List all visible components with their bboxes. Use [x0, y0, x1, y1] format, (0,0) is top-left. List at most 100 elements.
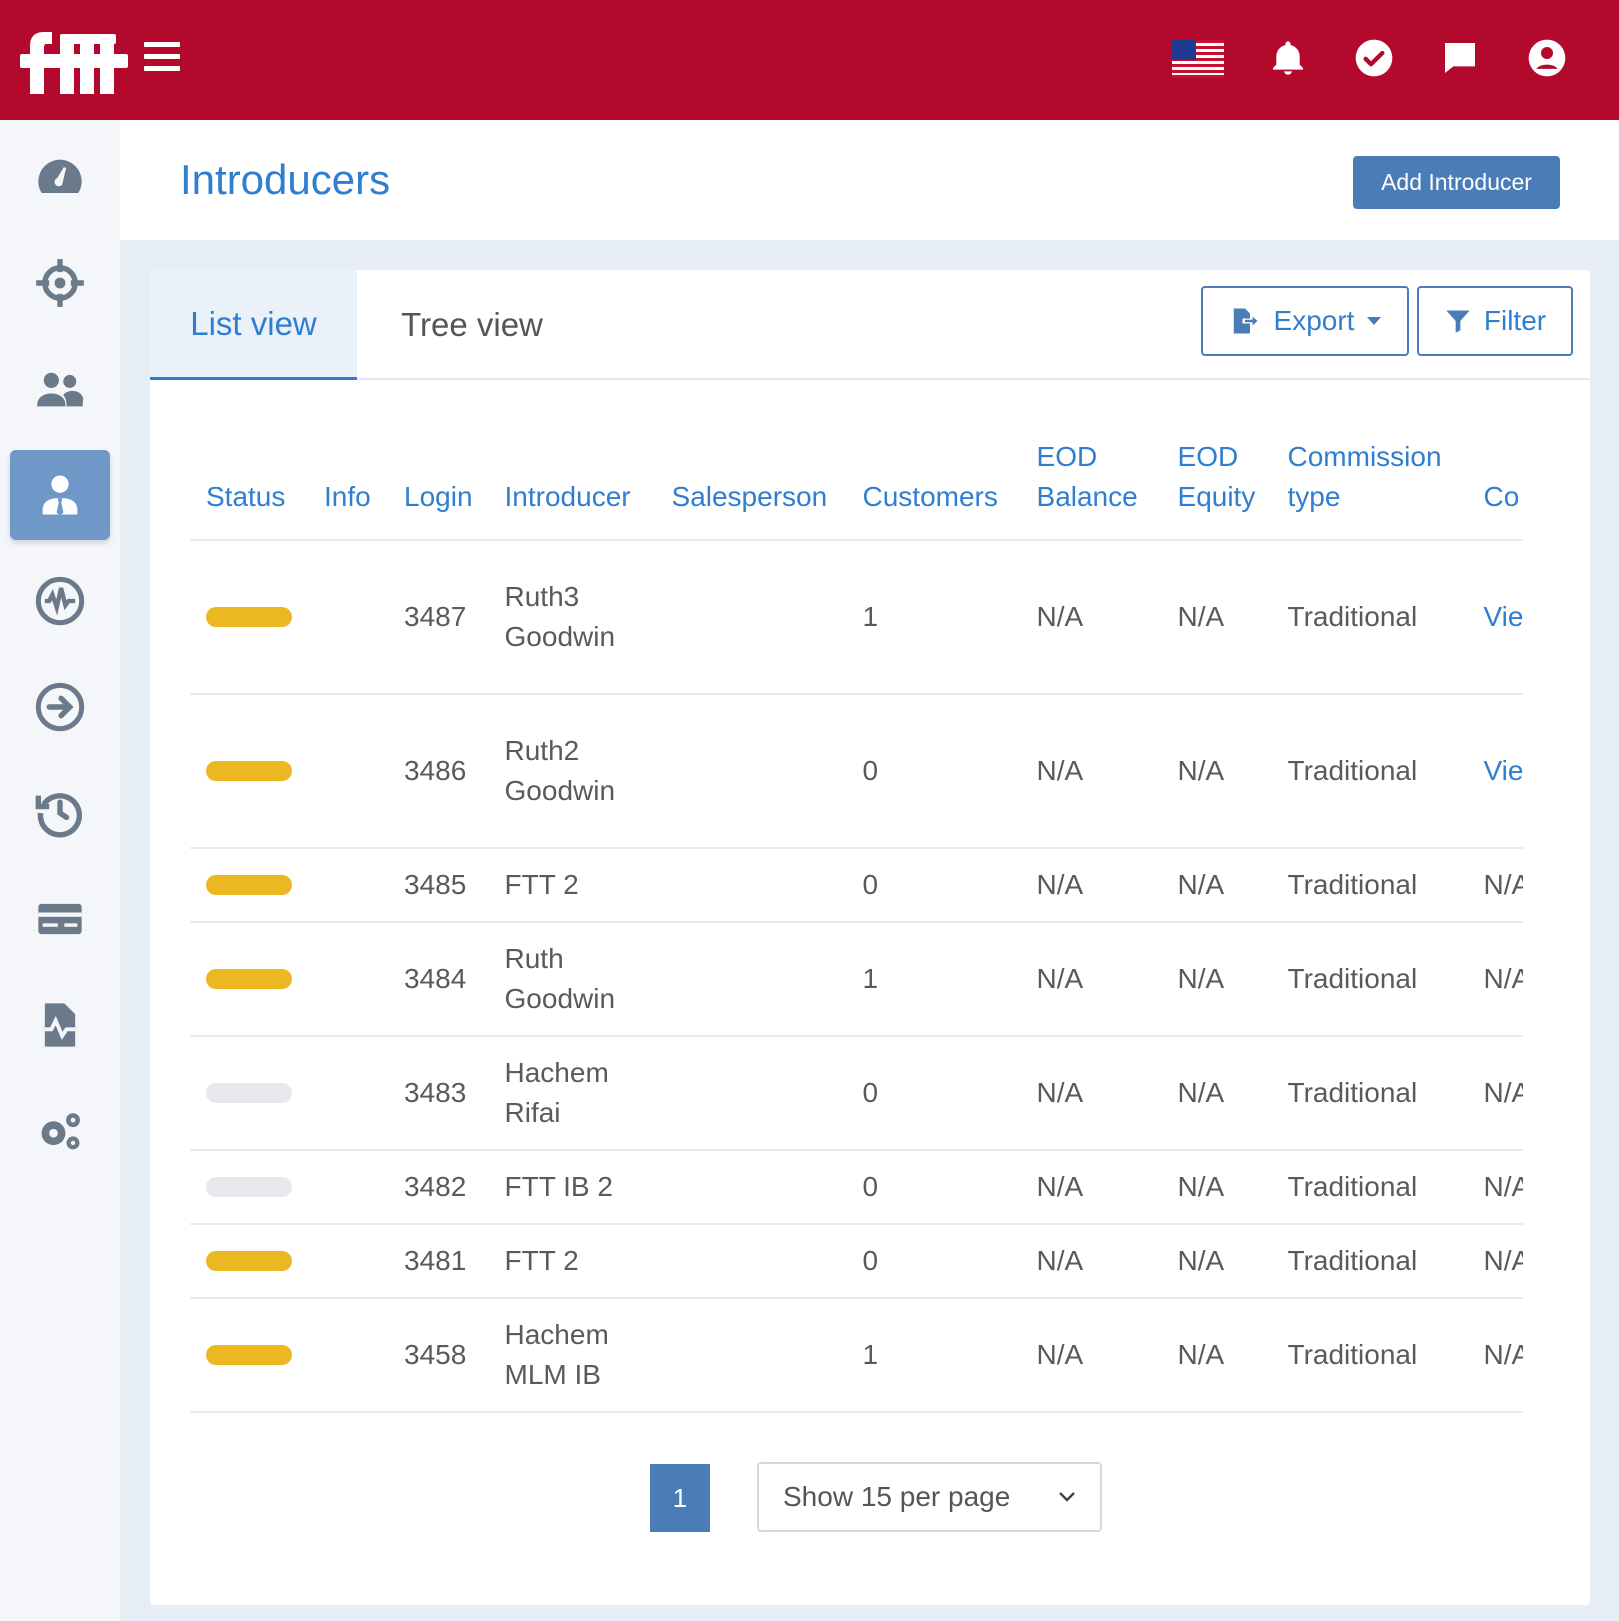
sidebar-item-history[interactable]: [10, 768, 110, 858]
sidebar-item-payments[interactable]: [10, 874, 110, 964]
menu-icon[interactable]: [144, 42, 180, 71]
table-row[interactable]: 3484RuthGoodwin1N/AN/ATraditionalN/A: [190, 922, 1523, 1037]
logo[interactable]: [18, 28, 130, 94]
col-info[interactable]: Info: [308, 420, 388, 541]
table-body: 3487 Ruth3 Goodwin 1 N/A N/A Traditional Vie 348…: [190, 540, 1523, 1413]
us-flag-icon[interactable]: [1172, 40, 1224, 78]
introducer-second: Goodwin: [504, 621, 616, 652]
sidebar-item-targets[interactable]: [10, 238, 110, 328]
status-cell: [190, 848, 308, 923]
user-circle-icon[interactable]: [1527, 38, 1567, 78]
sidebar-item-dashboard[interactable]: [10, 132, 110, 222]
table-row[interactable]: 3487 Ruth3 Goodwin 1 N/A N/A Traditional Vie: [190, 540, 1523, 695]
col-commission-type[interactable]: Commission type: [1271, 420, 1468, 541]
commission-type-cell: Traditional: [1271, 1298, 1468, 1413]
sidebar: [0, 120, 120, 1621]
view-link[interactable]: Vie: [1467, 540, 1523, 695]
salesperson-cell: [655, 694, 847, 849]
eod-balance-cell: N/A: [1020, 1036, 1162, 1151]
page-button-1[interactable]: 1: [650, 1464, 710, 1532]
tab-list-view[interactable]: List view: [150, 270, 357, 380]
col-salesperson[interactable]: Salesperson: [655, 420, 847, 541]
introducer-first: FTT 2: [504, 1245, 579, 1276]
table-row[interactable]: 3481FTT 20N/AN/ATraditionalN/A: [190, 1224, 1523, 1299]
commission-period-cell: N/A: [1467, 1224, 1523, 1299]
status-cell: [190, 922, 308, 1037]
card-icon: [38, 903, 82, 935]
eod-equity-cell: N/A: [1161, 922, 1272, 1037]
status-cell: [190, 1150, 308, 1225]
commission-type-cell: Traditional: [1271, 540, 1468, 695]
status-indicator: [206, 1251, 292, 1271]
table-row[interactable]: 3483HachemRifai0N/AN/ATraditionalN/A: [190, 1036, 1523, 1151]
eod-equity-cell: N/A: [1161, 1150, 1272, 1225]
tab-tree-view[interactable]: Tree view: [357, 270, 587, 380]
commission-period-cell: N/A: [1467, 1036, 1523, 1151]
sidebar-item-customers[interactable]: [10, 344, 110, 434]
eod-balance-cell: N/A: [1020, 694, 1162, 849]
table-row[interactable]: 3482FTT IB 20N/AN/ATraditionalN/A: [190, 1150, 1523, 1225]
info-cell: [308, 1150, 388, 1225]
col-login[interactable]: Login: [388, 420, 489, 541]
top-bar: [0, 0, 1619, 120]
salesperson-cell: [655, 1298, 847, 1413]
export-label: Export: [1273, 305, 1355, 336]
eod-equity-cell: N/A: [1161, 1036, 1272, 1151]
col-eod-equity[interactable]: EOD Equity: [1161, 420, 1272, 541]
introducer-second: Rifai: [504, 1097, 561, 1128]
info-cell: [308, 540, 388, 695]
view-link[interactable]: Vie: [1467, 694, 1523, 849]
introducers-table: Status Info Login Introducer Salesperson…: [190, 420, 1523, 1413]
status-cell: [190, 1036, 308, 1151]
sidebar-item-transfers[interactable]: [10, 662, 110, 752]
info-cell: [308, 694, 388, 849]
commission-type-cell: Traditional: [1271, 694, 1468, 849]
sidebar-item-monitoring[interactable]: [10, 556, 110, 646]
login-cell: 3483: [388, 1036, 489, 1151]
status-cell: [190, 1224, 308, 1299]
col-eod-balance[interactable]: EOD Balance: [1020, 420, 1162, 541]
table-row[interactable]: 3486 Ruth2 Goodwin 0 N/A N/A Traditional Vie: [190, 694, 1523, 849]
eod-equity-cell: N/A: [1161, 1298, 1272, 1413]
introducer-first: Ruth2: [504, 735, 580, 766]
customers-cell: 0: [846, 1150, 1021, 1225]
filter-button[interactable]: Filter: [1417, 286, 1573, 356]
eod-equity-cell: N/A: [1161, 848, 1272, 923]
customers-cell: 0: [846, 848, 1021, 923]
introducer-cell: Ruth3 Goodwin: [488, 540, 656, 695]
table-row[interactable]: 3485FTT 20N/AN/ATraditionalN/A: [190, 848, 1523, 923]
customers-cell: 1: [846, 1298, 1021, 1413]
login-cell: 3486: [388, 694, 489, 849]
sidebar-item-settings[interactable]: [10, 1086, 110, 1176]
chevron-down-icon: [1059, 1492, 1075, 1502]
login-cell: 3481: [388, 1224, 489, 1299]
introducer-cell: Ruth2 Goodwin: [488, 694, 656, 849]
per-page-select[interactable]: Show 15 per page: [757, 1462, 1102, 1532]
salesperson-cell: [655, 1224, 847, 1299]
status-cell: [190, 540, 308, 695]
check-circle-icon[interactable]: [1354, 38, 1394, 78]
col-introducer[interactable]: Introducer: [488, 420, 656, 541]
introducer-first: Ruth3: [504, 581, 580, 612]
introducer-cell: FTT IB 2: [488, 1150, 656, 1225]
chat-icon[interactable]: [1440, 38, 1480, 78]
salesperson-cell: [655, 1150, 847, 1225]
customers-cell: 0: [846, 1036, 1021, 1151]
col-status[interactable]: Status: [190, 420, 308, 541]
bell-icon[interactable]: [1268, 38, 1308, 78]
introducer-cell: Hachem Rifai: [488, 1036, 656, 1151]
salesperson-cell: [655, 540, 847, 695]
info-cell: [308, 1298, 388, 1413]
export-button[interactable]: Export: [1201, 286, 1409, 356]
status-indicator: [206, 1345, 292, 1365]
login-cell: 3487: [388, 540, 489, 695]
col-commission-period[interactable]: Co pe: [1467, 420, 1523, 541]
file-export-icon: [1233, 308, 1258, 334]
sidebar-item-reports[interactable]: [10, 980, 110, 1070]
commission-period-cell: N/A: [1467, 848, 1523, 923]
add-introducer-button[interactable]: Add Introducer: [1353, 156, 1560, 209]
sidebar-item-introducers[interactable]: [10, 450, 110, 540]
col-customers[interactable]: Customers: [846, 420, 1021, 541]
table-row[interactable]: 3458HachemMLM IB1N/AN/ATraditionalN/A: [190, 1298, 1523, 1413]
commission-type-cell: Traditional: [1271, 1224, 1468, 1299]
